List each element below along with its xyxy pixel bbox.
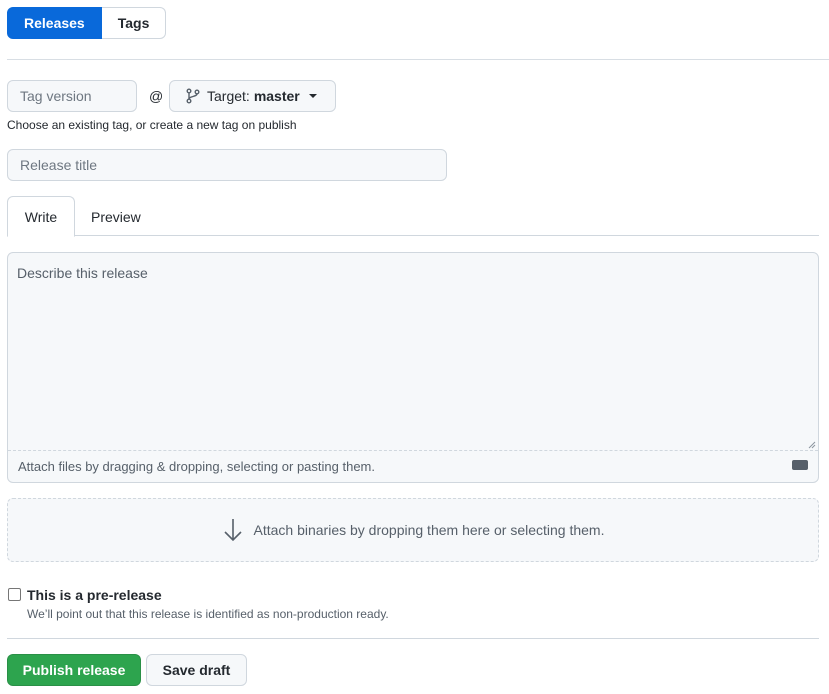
prerelease-label[interactable]: This is a pre-release	[27, 587, 162, 603]
releases-tags-switcher: Releases Tags	[7, 7, 167, 39]
binaries-dropzone[interactable]: Attach binaries by dropping them here or…	[7, 498, 819, 562]
resize-handle-icon[interactable]	[808, 441, 816, 449]
target-value: master	[253, 88, 300, 104]
target-label: Target:	[207, 88, 250, 104]
tab-preview[interactable]: Preview	[75, 196, 157, 237]
caret-down-icon	[308, 94, 317, 98]
release-description-textarea[interactable]: Describe this release Attach files by dr…	[7, 252, 819, 483]
release-title-input[interactable]: Release title	[7, 149, 447, 181]
target-branch-dropdown[interactable]: Target: master	[169, 80, 336, 112]
header-divider	[7, 59, 829, 60]
tag-hint: Choose an existing tag, or create a new …	[7, 118, 297, 132]
tags-tab-button[interactable]: Tags	[101, 7, 167, 39]
markdown-icon[interactable]	[792, 460, 808, 470]
arrow-down-icon	[223, 519, 242, 542]
tag-version-input[interactable]: Tag version	[7, 80, 137, 112]
prerelease-checkbox[interactable]	[8, 588, 21, 601]
prerelease-description: We’ll point out that this release is ide…	[27, 607, 389, 621]
git-branch-icon	[186, 88, 200, 104]
tab-write[interactable]: Write	[7, 196, 75, 237]
at-sign: @	[149, 88, 164, 104]
releases-tab-button[interactable]: Releases	[7, 7, 102, 39]
attach-files-hint: Attach files by dragging & dropping, sel…	[18, 459, 375, 474]
attach-files-bar[interactable]: Attach files by dragging & dropping, sel…	[8, 450, 818, 482]
description-placeholder: Describe this release	[17, 265, 148, 281]
footer-divider	[7, 638, 819, 639]
editor-tabs: Write Preview	[7, 196, 819, 237]
save-draft-button[interactable]: Save draft	[146, 654, 247, 686]
publish-release-button[interactable]: Publish release	[7, 654, 141, 686]
binaries-text: Attach binaries by dropping them here or…	[253, 522, 605, 538]
